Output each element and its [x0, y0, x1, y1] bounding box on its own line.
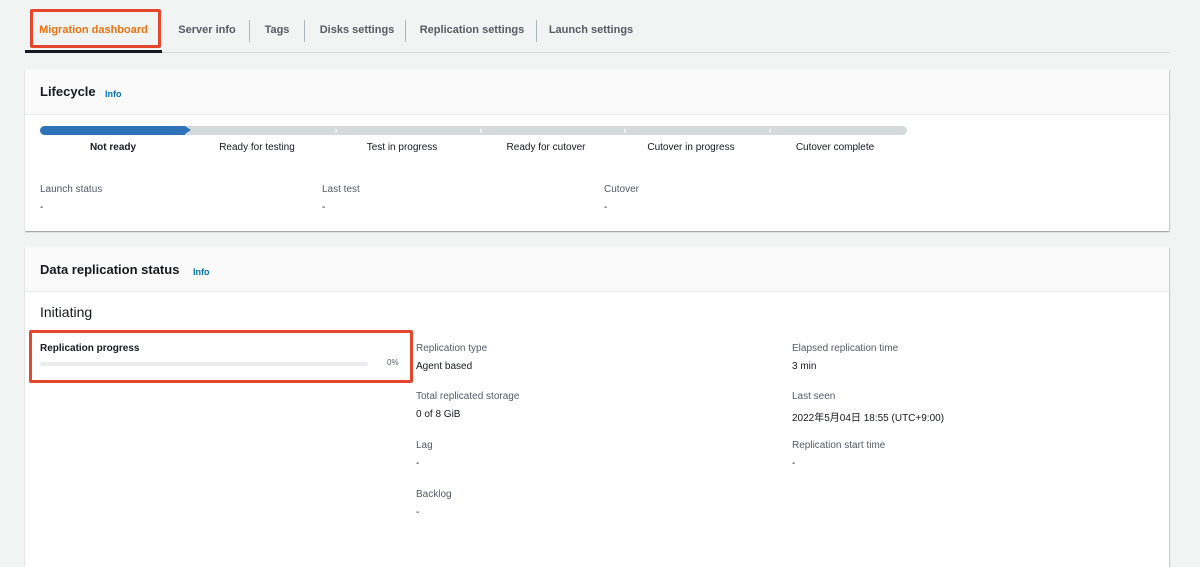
step-chevron-icon: › — [334, 126, 338, 135]
total-replicated-storage-label: Total replicated storage — [416, 391, 520, 402]
step-not-ready: Not ready — [89, 142, 137, 153]
tab-divider — [304, 20, 305, 42]
backlog-value: - — [416, 507, 420, 518]
last-seen-value: 2022年5月04日 18:55 (UTC+9:00) — [792, 413, 945, 424]
lifecycle-progress-track: › › › › — [40, 126, 907, 135]
last-test-label: Last test — [322, 184, 360, 195]
elapsed-replication-time-value: 3 min — [792, 361, 817, 372]
launch-status-value: - — [40, 202, 44, 213]
tab-migration-dashboard[interactable]: Migration dashboard — [25, 8, 162, 52]
active-tab-underline — [25, 50, 162, 53]
tab-tags[interactable]: Tags — [251, 8, 303, 52]
replication-type-label: Replication type — [416, 343, 488, 354]
step-chevron-icon: › — [479, 126, 483, 135]
replication-type-value: Agent based — [416, 361, 473, 372]
replication-state: Initiating — [40, 304, 93, 320]
backlog-label: Backlog — [416, 489, 452, 500]
replication-start-time-label: Replication start time — [792, 440, 886, 451]
step-chevron-icon: › — [768, 126, 772, 135]
tab-bar: Migration dashboard Server info Tags Dis… — [25, 8, 1170, 53]
replication-panel: Data replication status Info Initiating … — [25, 247, 1169, 567]
step-cutover-in-progress: Cutover in progress — [647, 142, 735, 153]
step-test-in-progress: Test in progress — [366, 142, 438, 153]
step-cutover-complete: Cutover complete — [795, 142, 875, 153]
lifecycle-panel: Lifecycle Info › › › › Not ready Ready f… — [25, 69, 1169, 231]
cutover-label: Cutover — [604, 184, 640, 195]
tab-launch-settings[interactable]: Launch settings — [538, 8, 644, 52]
replication-start-time-value: - — [792, 458, 796, 469]
step-ready-for-testing: Ready for testing — [219, 142, 295, 153]
step-ready-for-cutover: Ready for cutover — [506, 142, 586, 153]
step-chevron-icon: › — [623, 126, 627, 135]
replication-progress-bar — [40, 362, 368, 366]
tab-divider — [249, 20, 250, 42]
last-seen-label: Last seen — [792, 391, 836, 402]
lifecycle-header: Lifecycle Info — [25, 69, 1169, 115]
tab-server-info[interactable]: Server info — [167, 8, 247, 52]
cutover-value: - — [604, 202, 608, 213]
replication-progress-percent: 0% — [387, 358, 399, 367]
replication-title: Data replication status — [40, 262, 180, 277]
lag-value: - — [416, 458, 420, 469]
lag-label: Lag — [416, 440, 433, 451]
lifecycle-progress-fill — [40, 126, 185, 135]
tab-divider — [405, 20, 406, 42]
tab-replication-settings[interactable]: Replication settings — [407, 8, 537, 52]
last-test-value: - — [322, 202, 326, 213]
launch-status-label: Launch status — [40, 184, 103, 195]
tab-divider — [536, 20, 537, 42]
lifecycle-progress-arrow — [185, 126, 191, 134]
tab-disks-settings[interactable]: Disks settings — [307, 8, 407, 52]
replication-progress-label: Replication progress — [40, 343, 140, 354]
lifecycle-info-link[interactable]: Info — [105, 89, 122, 99]
total-replicated-storage-value: 0 of 8 GiB — [416, 409, 461, 420]
replication-header: Data replication status Info — [25, 247, 1169, 292]
elapsed-replication-time-label: Elapsed replication time — [792, 343, 899, 354]
lifecycle-title: Lifecycle — [40, 84, 96, 99]
replication-info-link[interactable]: Info — [193, 267, 210, 277]
